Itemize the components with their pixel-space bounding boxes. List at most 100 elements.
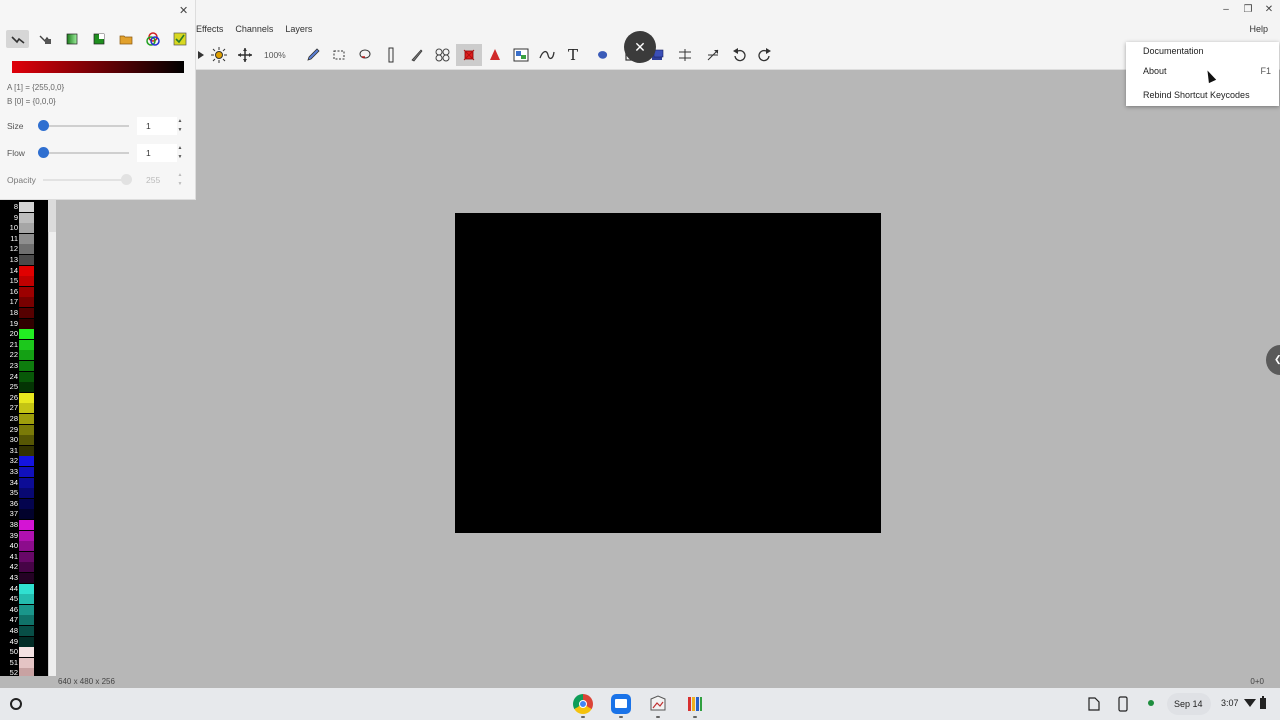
palette-swatch[interactable] bbox=[19, 329, 34, 340]
palette-entry[interactable]: 45 bbox=[0, 593, 48, 605]
palette-swatch[interactable] bbox=[19, 212, 34, 223]
palette-swatch[interactable] bbox=[19, 615, 34, 626]
color-picker-icon[interactable] bbox=[482, 44, 508, 66]
palette-swatch[interactable] bbox=[19, 244, 34, 255]
wifi-icon[interactable] bbox=[1244, 698, 1256, 710]
document-icon[interactable] bbox=[1088, 697, 1100, 713]
palette-entry[interactable]: 39 bbox=[0, 530, 48, 541]
palette-entry[interactable]: 27 bbox=[0, 402, 48, 414]
palette-swatch[interactable] bbox=[19, 488, 34, 499]
palette-entry[interactable]: 9 bbox=[0, 212, 48, 223]
pen-mode-icon[interactable] bbox=[6, 30, 29, 48]
arrow-right-icon[interactable] bbox=[196, 44, 206, 66]
menu-channels[interactable]: Channels bbox=[235, 24, 273, 38]
check-icon[interactable] bbox=[168, 30, 191, 48]
palette-swatch[interactable] bbox=[19, 424, 34, 435]
lasso-icon[interactable] bbox=[352, 44, 378, 66]
gradient-linear-icon[interactable] bbox=[60, 30, 83, 48]
palette-entry[interactable]: 38 bbox=[0, 519, 48, 530]
palette-swatch[interactable] bbox=[19, 297, 34, 308]
palette-entry[interactable]: 47 bbox=[0, 614, 48, 626]
palette-swatch[interactable] bbox=[19, 223, 34, 234]
palette-entry[interactable]: 37 bbox=[0, 508, 48, 520]
palette-entry[interactable]: 29 bbox=[0, 424, 48, 435]
curve-icon[interactable] bbox=[534, 44, 560, 66]
size-input[interactable]: 1 bbox=[137, 117, 177, 135]
palette-swatch[interactable] bbox=[19, 350, 34, 361]
palette-entry[interactable]: 33 bbox=[0, 466, 48, 477]
palette-swatch[interactable] bbox=[19, 604, 34, 615]
zoom-field[interactable]: 100% bbox=[258, 46, 300, 64]
color-gradient-bar[interactable] bbox=[12, 61, 184, 73]
palette-swatch[interactable] bbox=[19, 435, 34, 446]
size-slider-track[interactable] bbox=[43, 125, 129, 127]
palette-entry[interactable]: 48 bbox=[0, 625, 48, 636]
palette-swatch[interactable] bbox=[19, 403, 34, 414]
menu-item-documentation[interactable]: Documentation bbox=[1143, 46, 1204, 56]
screenshot-close-button[interactable]: ✕ bbox=[624, 31, 656, 63]
image-icon[interactable] bbox=[508, 44, 534, 66]
palette-entry[interactable]: 28 bbox=[0, 413, 48, 424]
paint-app-icon[interactable] bbox=[685, 694, 705, 714]
menu-layers[interactable]: Layers bbox=[285, 24, 312, 38]
flow-slider-handle[interactable] bbox=[38, 147, 49, 158]
chrome-icon[interactable] bbox=[573, 694, 593, 714]
palette-swatch[interactable] bbox=[19, 392, 34, 403]
palette-swatch[interactable] bbox=[19, 233, 34, 244]
text-icon[interactable]: T bbox=[560, 44, 586, 66]
palette-entry[interactable]: 26 bbox=[0, 392, 48, 403]
palette-entry[interactable]: 35 bbox=[0, 487, 48, 499]
palette-swatch[interactable] bbox=[19, 361, 34, 371]
close-window-icon[interactable]: ✕ bbox=[1262, 4, 1276, 15]
flow-spin-buttons[interactable]: ▲ ▼ bbox=[176, 144, 184, 162]
palette-entry[interactable]: 51 bbox=[0, 657, 48, 668]
flow-input[interactable]: 1 bbox=[137, 144, 177, 162]
palette-swatch[interactable] bbox=[19, 371, 34, 382]
palette-swatch[interactable] bbox=[19, 255, 34, 265]
ruler-icon[interactable] bbox=[378, 44, 404, 66]
rgb-circles-icon[interactable] bbox=[141, 30, 164, 48]
blob-icon[interactable] bbox=[586, 44, 618, 66]
palette-entry[interactable]: 23 bbox=[0, 360, 48, 371]
flip-icon[interactable] bbox=[670, 44, 700, 66]
palette-entry[interactable]: 22 bbox=[0, 349, 48, 361]
palette-swatch[interactable] bbox=[19, 498, 34, 509]
menu-item-rebind-keycodes[interactable]: Rebind Shortcut Keycodes bbox=[1143, 90, 1250, 100]
palette-entry[interactable]: 30 bbox=[0, 434, 48, 446]
flow-slider-track[interactable] bbox=[43, 152, 129, 154]
folder-icon[interactable] bbox=[114, 30, 137, 48]
image-viewer-icon[interactable] bbox=[648, 694, 668, 714]
palette-swatch[interactable] bbox=[19, 286, 34, 297]
redo-icon[interactable] bbox=[752, 44, 778, 66]
palette-swatch[interactable] bbox=[19, 308, 34, 318]
palette-entry[interactable]: 46 bbox=[0, 604, 48, 615]
palette-entry[interactable]: 12 bbox=[0, 243, 48, 255]
palette-swatch[interactable] bbox=[19, 265, 34, 276]
palette-entry[interactable]: 8 bbox=[0, 201, 48, 212]
menu-item-about[interactable]: About bbox=[1143, 66, 1167, 76]
select-icon[interactable] bbox=[326, 44, 352, 66]
palette-entry[interactable]: 41 bbox=[0, 551, 48, 562]
battery-icon[interactable] bbox=[1259, 696, 1267, 712]
palette-swatch[interactable] bbox=[19, 657, 34, 668]
palette-scrollbar[interactable] bbox=[48, 200, 56, 688]
palette-entry[interactable]: 21 bbox=[0, 339, 48, 350]
move-icon[interactable] bbox=[232, 44, 258, 66]
palette-entry[interactable]: 20 bbox=[0, 328, 48, 340]
palette-scrollbar-thumb[interactable] bbox=[48, 232, 56, 687]
palette-entry[interactable]: 40 bbox=[0, 540, 48, 552]
palette-entry[interactable]: 18 bbox=[0, 307, 48, 318]
palette-entry[interactable]: 31 bbox=[0, 445, 48, 456]
launcher-icon[interactable] bbox=[10, 698, 22, 710]
palette-entry[interactable]: 16 bbox=[0, 286, 48, 297]
palette-entry[interactable]: 43 bbox=[0, 572, 48, 583]
palette-entry[interactable]: 42 bbox=[0, 561, 48, 573]
date-chip[interactable]: Sep 14 bbox=[1167, 693, 1211, 715]
blend-mode-icon[interactable] bbox=[33, 30, 56, 48]
restore-icon[interactable]: ❐ bbox=[1241, 4, 1255, 15]
palette-swatch[interactable] bbox=[19, 414, 34, 424]
palette-swatch[interactable] bbox=[19, 509, 34, 520]
palette-swatch[interactable] bbox=[19, 583, 34, 594]
palette-entry[interactable]: 49 bbox=[0, 636, 48, 647]
size-slider-handle[interactable] bbox=[38, 120, 49, 131]
